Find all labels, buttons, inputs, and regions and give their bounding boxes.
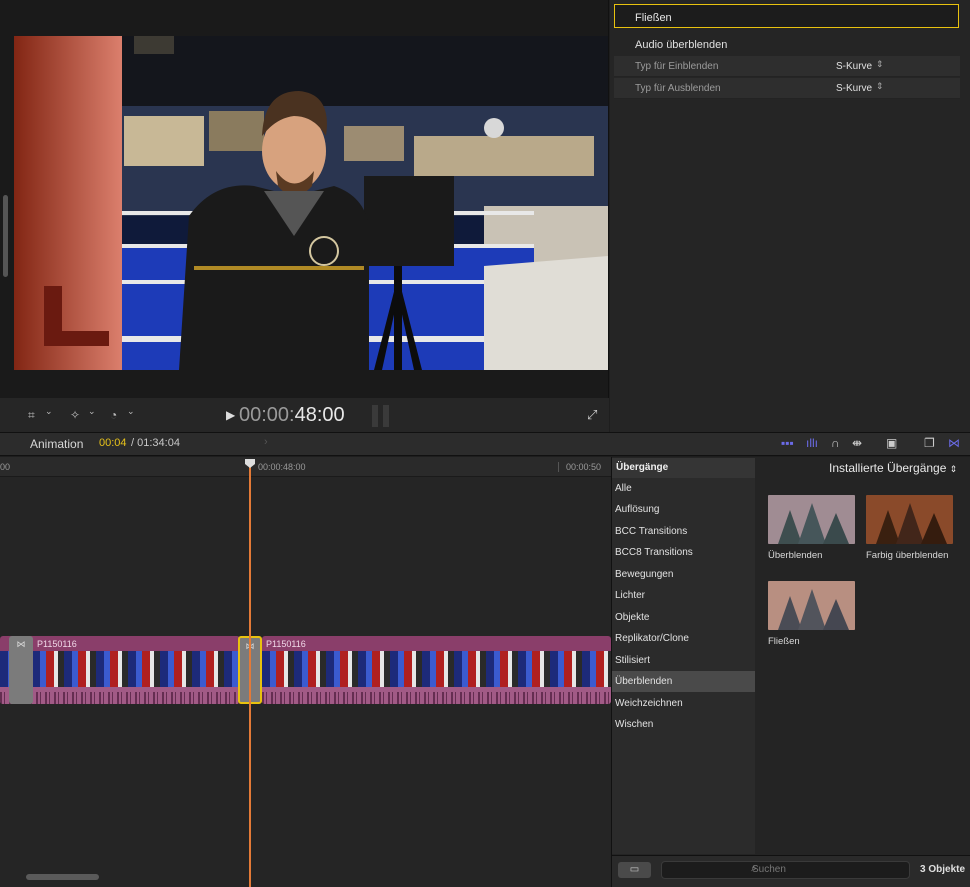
headphones-icon[interactable]: ∩ xyxy=(831,436,840,450)
primary-storyline: P1150116 P1150116 ⋈ ⋈ xyxy=(0,636,611,704)
transition-thumbnail[interactable] xyxy=(768,581,855,630)
category-item[interactable]: Alle xyxy=(612,478,755,499)
playhead[interactable] xyxy=(249,459,251,887)
category-item[interactable]: BCC Transitions xyxy=(612,521,755,542)
category-item[interactable]: Stilisiert xyxy=(612,650,755,671)
category-item[interactable]: Bewegungen xyxy=(612,564,755,585)
timecode-display[interactable]: 00:00:48:00 xyxy=(225,404,345,427)
timecode-dim: 00:00: xyxy=(239,404,295,426)
transition-thumbnail[interactable] xyxy=(768,495,855,544)
transitions-browser-icon[interactable]: ⋈ xyxy=(948,436,960,450)
category-item[interactable]: Weichzeichnen xyxy=(612,693,755,714)
ruler-label: 00 xyxy=(0,462,11,472)
ruler-label: 00:00:48:00 xyxy=(258,462,306,472)
stepper-icon: ⇕ xyxy=(949,464,958,474)
category-item[interactable]: BCC8 Transitions xyxy=(612,542,755,563)
speedometer-icon[interactable]: ◔ xyxy=(110,408,117,422)
category-item[interactable]: Objekte xyxy=(612,607,755,628)
search-icon: ⌕ xyxy=(751,863,757,874)
timeline-position: 00:04 xyxy=(99,437,127,449)
chevron-right-icon[interactable]: › xyxy=(264,436,268,448)
magic-wand-icon[interactable]: ✧ xyxy=(70,408,80,422)
viewer-scrollbar[interactable] xyxy=(3,195,8,277)
clip-filmstrip xyxy=(0,651,240,687)
transition-label: Farbig überblenden xyxy=(866,550,949,561)
video-clip[interactable]: P1150116 xyxy=(262,636,611,704)
fullscreen-icon[interactable]: ⤢ xyxy=(587,407,597,423)
fade-in-type-value[interactable]: S-Kurve xyxy=(836,61,872,72)
category-item[interactable]: Auflösung xyxy=(612,499,755,520)
chevron-down-icon[interactable]: ⌄ xyxy=(45,406,53,417)
fade-out-type-row[interactable]: Typ für Ausblenden S-Kurve ⇕ xyxy=(614,78,960,99)
snapping-icon[interactable]: ⇼ xyxy=(852,436,862,450)
project-name[interactable]: Animation xyxy=(30,437,83,451)
dropdown-label: Installierte Übergänge xyxy=(829,461,947,475)
audio-waveform-icon[interactable]: ıllı xyxy=(806,436,818,450)
fade-in-type-label: Typ für Einblenden xyxy=(635,61,719,72)
sidebar-toggle-button[interactable]: ▭ xyxy=(618,862,651,878)
audio-crossfade-heading: Audio überblenden xyxy=(635,39,728,51)
category-header: Übergänge xyxy=(612,458,755,478)
video-clip[interactable]: P1150116 xyxy=(0,636,240,704)
transition-clip[interactable]: ⋈ xyxy=(9,636,33,704)
chevron-down-icon[interactable]: ⌄ xyxy=(88,406,96,417)
effects-browser-icon[interactable]: ❐ xyxy=(924,436,935,450)
transition-label: Fließen xyxy=(768,636,800,647)
clip-name: P1150116 xyxy=(266,639,306,649)
crop-icon[interactable]: ⌗ xyxy=(28,408,35,423)
transition-label: Überblenden xyxy=(768,550,823,561)
fade-out-type-value[interactable]: S-Kurve xyxy=(836,83,872,94)
audio-level-meters xyxy=(372,405,390,427)
stepper-icon[interactable]: ⇕ xyxy=(876,81,884,92)
transition-thumbnail[interactable] xyxy=(866,495,953,544)
item-count: 3 Objekte xyxy=(920,864,966,875)
category-item[interactable]: Wischen xyxy=(612,714,755,735)
category-item-selected[interactable]: Überblenden xyxy=(612,671,755,692)
bowtie-icon: ⋈ xyxy=(16,639,26,649)
ruler-label: 00:00:50 xyxy=(566,462,602,472)
category-item[interactable]: Lichter xyxy=(612,585,755,606)
clip-filmstrip xyxy=(262,651,611,687)
installed-transitions-dropdown[interactable]: Installierte Übergänge ⇕ xyxy=(829,461,957,475)
fade-out-type-label: Typ für Ausblenden xyxy=(635,83,721,94)
category-item[interactable]: Replikator/Clone xyxy=(612,628,755,649)
clip-appearance-icon[interactable]: ▪▪▪ xyxy=(781,436,794,450)
fade-in-type-row[interactable]: Typ für Einblenden S-Kurve ⇕ xyxy=(614,56,960,77)
clip-audio-waveform xyxy=(0,687,240,704)
transition-name-field[interactable]: Fließen xyxy=(614,4,959,28)
clip-audio-waveform xyxy=(262,687,611,704)
clip-name: P1150116 xyxy=(37,639,77,649)
filmstrip-icon[interactable]: ▣ xyxy=(886,436,897,450)
video-frame xyxy=(14,36,608,370)
timecode-bright: 48:00 xyxy=(294,404,345,426)
search-input[interactable]: Suchen xyxy=(661,861,910,879)
chevron-down-icon[interactable]: ⌄ xyxy=(127,406,135,417)
timeline-duration: / 01:34:04 xyxy=(131,437,180,449)
stepper-icon[interactable]: ⇕ xyxy=(876,59,884,70)
ruler-tick xyxy=(558,462,559,472)
timeline-scrollbar[interactable] xyxy=(26,874,99,880)
